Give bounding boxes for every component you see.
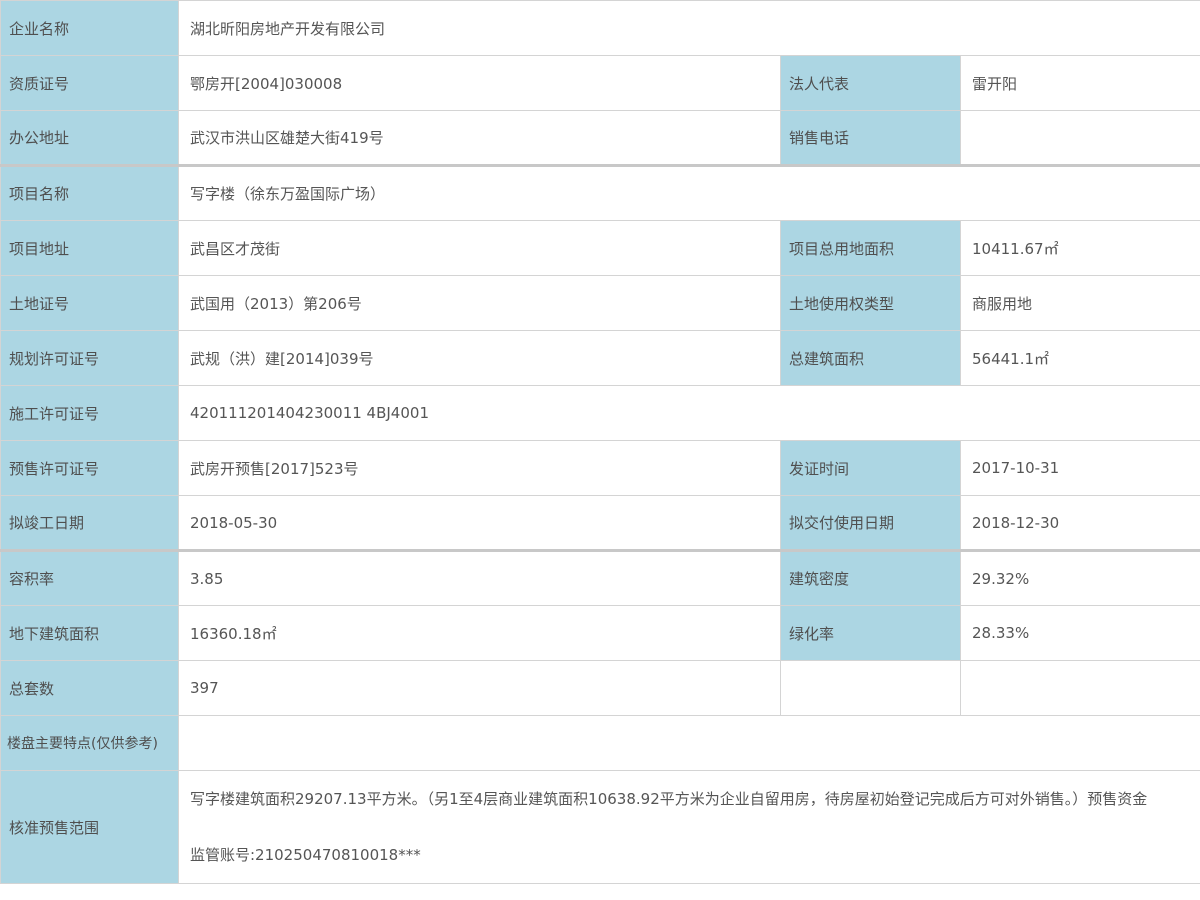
office-address-value: 武汉市洪山区雄楚大街419号: [178, 110, 781, 166]
total-land-area-label: 项目总用地面积: [780, 220, 961, 276]
land-cert-value: 武国用（2013）第206号: [178, 275, 781, 331]
underground-area-label: 地下建筑面积: [0, 605, 179, 661]
project-name-value: 写字楼（徐东万盈国际广场）: [177, 164, 1200, 221]
empty-cell: [959, 660, 1200, 716]
presale-info-table: 企业名称 湖北昕阳房地产开发有限公司 资质证号 鄂房开[2004]030008 …: [0, 0, 1200, 884]
greening-rate-label: 绿化率: [780, 605, 961, 661]
row-land-cert: 土地证号 武国用（2013）第206号 土地使用权类型 商服用地: [0, 275, 1200, 331]
row-planned-completion: 拟竣工日期 2018-05-30 拟交付使用日期 2018-12-30: [0, 495, 1200, 551]
row-construction-permit: 施工许可证号 420111201404230011 4BJ4001: [0, 385, 1200, 441]
row-total-units: 总套数 397: [0, 660, 1200, 716]
row-features: 楼盘主要特点(仅供参考): [0, 715, 1200, 771]
planned-completion-value: 2018-05-30: [178, 495, 781, 551]
issue-date-value: 2017-10-31: [959, 440, 1200, 496]
presale-permit-label: 预售许可证号: [0, 440, 179, 496]
building-density-label: 建筑密度: [780, 549, 961, 606]
total-floor-area-label: 总建筑面积: [780, 330, 961, 386]
row-presale-permit: 预售许可证号 武房开预售[2017]523号 发证时间 2017-10-31: [0, 440, 1200, 496]
greening-rate-value: 28.33%: [959, 605, 1200, 661]
presale-scope-line-2: 监管账号:210250470810018***: [190, 846, 421, 864]
planned-delivery-label: 拟交付使用日期: [780, 495, 961, 551]
legal-rep-value: 雷开阳: [959, 55, 1200, 111]
features-label: 楼盘主要特点(仅供参考): [0, 715, 179, 771]
total-units-label: 总套数: [0, 660, 179, 716]
qualification-value: 鄂房开[2004]030008: [178, 55, 781, 111]
planned-completion-label: 拟竣工日期: [0, 495, 179, 551]
construction-permit-label: 施工许可证号: [0, 385, 179, 441]
empty-cell: [780, 660, 961, 716]
land-use-type-label: 土地使用权类型: [780, 275, 961, 331]
qualification-label: 资质证号: [0, 55, 179, 111]
total-land-area-value: 10411.67㎡: [959, 220, 1200, 276]
sales-phone-label: 销售电话: [780, 110, 961, 166]
office-address-label: 办公地址: [0, 110, 179, 166]
features-value: [177, 715, 1200, 771]
building-density-value: 29.32%: [959, 549, 1200, 606]
row-company: 企业名称 湖北昕阳房地产开发有限公司: [0, 0, 1200, 56]
company-label: 企业名称: [0, 0, 179, 56]
presale-scope-label: 核准预售范围: [0, 770, 179, 884]
project-address-value: 武昌区才茂街: [178, 220, 781, 276]
issue-date-label: 发证时间: [780, 440, 961, 496]
presale-scope-value: 写字楼建筑面积29207.13平方米。（另1至4层商业建筑面积10638.92平…: [177, 770, 1200, 884]
row-planning-permit: 规划许可证号 武规（洪）建[2014]039号 总建筑面积 56441.1㎡: [0, 330, 1200, 386]
land-use-type-value: 商服用地: [959, 275, 1200, 331]
total-units-value: 397: [178, 660, 781, 716]
planning-permit-label: 规划许可证号: [0, 330, 179, 386]
planned-delivery-value: 2018-12-30: [959, 495, 1200, 551]
row-qualification: 资质证号 鄂房开[2004]030008 法人代表 雷开阳: [0, 55, 1200, 111]
project-address-label: 项目地址: [0, 220, 179, 276]
underground-area-value: 16360.18㎡: [178, 605, 781, 661]
company-value: 湖北昕阳房地产开发有限公司: [177, 0, 1200, 56]
row-office-address: 办公地址 武汉市洪山区雄楚大街419号 销售电话: [0, 110, 1200, 166]
legal-rep-label: 法人代表: [780, 55, 961, 111]
plot-ratio-label: 容积率: [0, 549, 179, 606]
presale-permit-value: 武房开预售[2017]523号: [178, 440, 781, 496]
planning-permit-value: 武规（洪）建[2014]039号: [178, 330, 781, 386]
sales-phone-value: [959, 110, 1200, 166]
construction-permit-value: 420111201404230011 4BJ4001: [177, 385, 1200, 441]
total-floor-area-value: 56441.1㎡: [959, 330, 1200, 386]
land-cert-label: 土地证号: [0, 275, 179, 331]
row-plot-ratio: 容积率 3.85 建筑密度 29.32%: [0, 549, 1200, 606]
project-name-label: 项目名称: [0, 164, 179, 221]
presale-scope-line-1: 写字楼建筑面积29207.13平方米。（另1至4层商业建筑面积10638.92平…: [190, 790, 1148, 808]
row-project-address: 项目地址 武昌区才茂街 项目总用地面积 10411.67㎡: [0, 220, 1200, 276]
plot-ratio-value: 3.85: [178, 549, 781, 606]
row-project-name: 项目名称 写字楼（徐东万盈国际广场）: [0, 164, 1200, 221]
row-presale-scope: 核准预售范围 写字楼建筑面积29207.13平方米。（另1至4层商业建筑面积10…: [0, 770, 1200, 884]
row-underground-area: 地下建筑面积 16360.18㎡ 绿化率 28.33%: [0, 605, 1200, 661]
